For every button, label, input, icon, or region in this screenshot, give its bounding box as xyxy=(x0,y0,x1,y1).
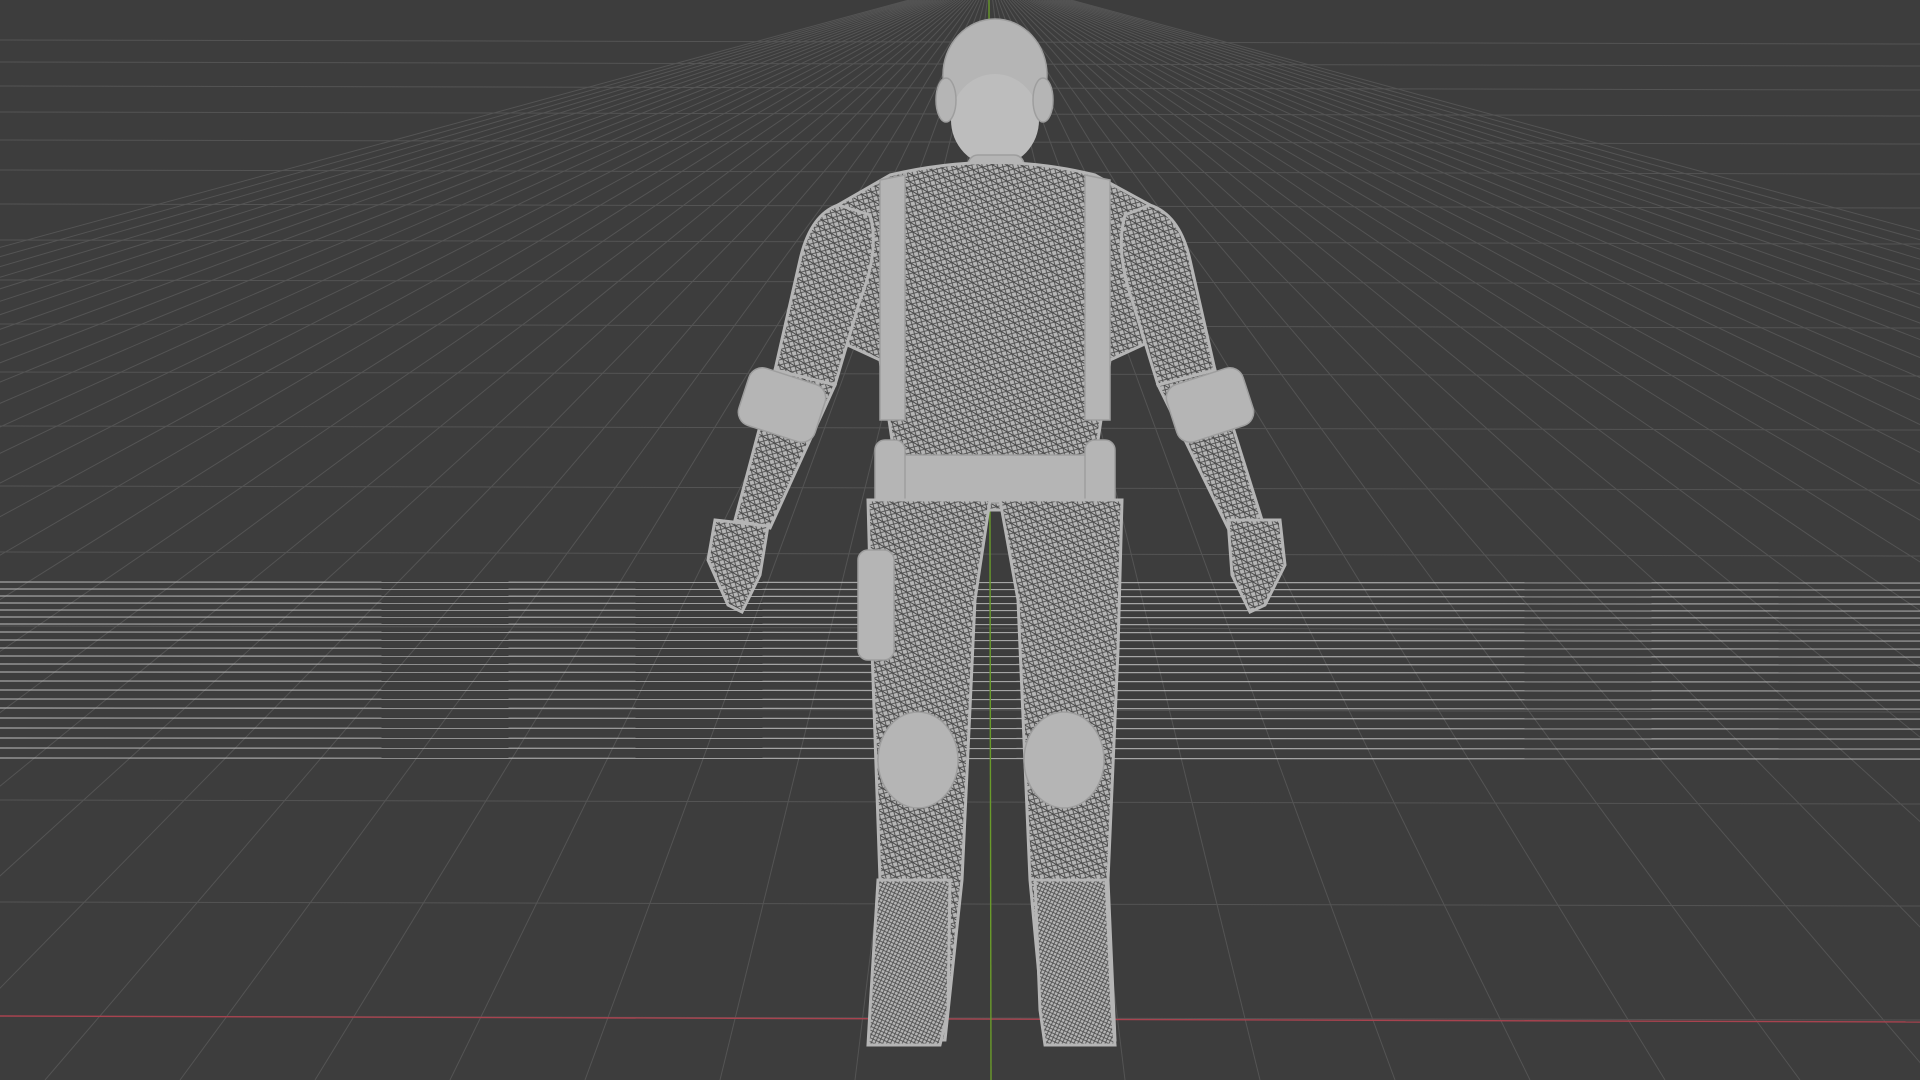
grid-line-vertical xyxy=(1035,0,1920,426)
character-kneepad-left xyxy=(877,711,959,809)
grid-line-vertical xyxy=(0,0,912,258)
viewport-canvas[interactable] xyxy=(0,0,1920,1080)
character-thigh-holster xyxy=(857,549,895,661)
grid-line-vertical xyxy=(1049,0,1920,324)
grid-line-vertical xyxy=(0,0,958,653)
grid-line-vertical xyxy=(0,0,956,601)
grid-line-vertical xyxy=(0,0,920,290)
character-face xyxy=(951,74,1039,166)
grid-line-vertical xyxy=(1005,0,1801,1080)
grid-line-vertical xyxy=(1027,0,1920,521)
character-belt xyxy=(884,454,1106,504)
grid-line-vertical xyxy=(1016,0,1920,738)
character-ear-right xyxy=(1032,77,1054,123)
grid-line-vertical xyxy=(1013,0,1920,823)
character-arm-left-upper xyxy=(773,203,875,387)
grid-line-vertical xyxy=(1065,0,1920,250)
character-vest-strap-right xyxy=(1084,174,1111,421)
grid-line-vertical xyxy=(1060,0,1920,271)
grid-line-vertical xyxy=(1046,0,1920,341)
grid-line-vertical xyxy=(179,0,975,1080)
character-hand-left xyxy=(706,518,770,615)
grid-line-vertical xyxy=(1041,0,1920,379)
grid-line-vertical xyxy=(0,0,969,989)
character-boot-left xyxy=(866,878,952,1047)
character-ear-left xyxy=(935,77,957,123)
grid-line-vertical xyxy=(0,0,961,714)
grid-line-vertical xyxy=(1030,0,1920,485)
character-hand-right xyxy=(1226,518,1287,614)
character-vest-strap-left xyxy=(879,174,906,421)
grid-line-vertical xyxy=(1022,0,1920,612)
character-boot-right xyxy=(1033,878,1117,1047)
grid-line-vertical xyxy=(1019,0,1920,669)
grid-line-vertical xyxy=(0,0,918,278)
grid-line-vertical xyxy=(0,0,923,302)
character-kneepad-right xyxy=(1023,711,1105,809)
grid-line-vertical xyxy=(0,0,931,346)
grid-line-vertical xyxy=(0,0,939,404)
grid-line-vertical xyxy=(1032,0,1920,454)
3d-viewport[interactable] xyxy=(0,0,1920,1080)
grid-line-vertical xyxy=(0,0,929,330)
character-arm-right-upper xyxy=(1119,203,1217,387)
grid-line-vertical xyxy=(0,0,948,484)
grid-line-vertical xyxy=(0,0,967,877)
grid-line-vertical xyxy=(0,0,915,268)
grid-line-vertical xyxy=(44,0,972,1080)
grid-line-vertical xyxy=(0,0,950,518)
grid-line-vertical xyxy=(0,0,910,248)
grid-line-vertical xyxy=(0,0,934,364)
grid-line-vertical xyxy=(1070,0,1920,232)
grid-line-vertical xyxy=(1043,0,1920,359)
grid-line-vertical xyxy=(1057,0,1920,283)
grid-line-vertical xyxy=(0,0,964,787)
grid-line-vertical xyxy=(1062,0,1920,260)
grid-line-vertical xyxy=(0,0,937,383)
